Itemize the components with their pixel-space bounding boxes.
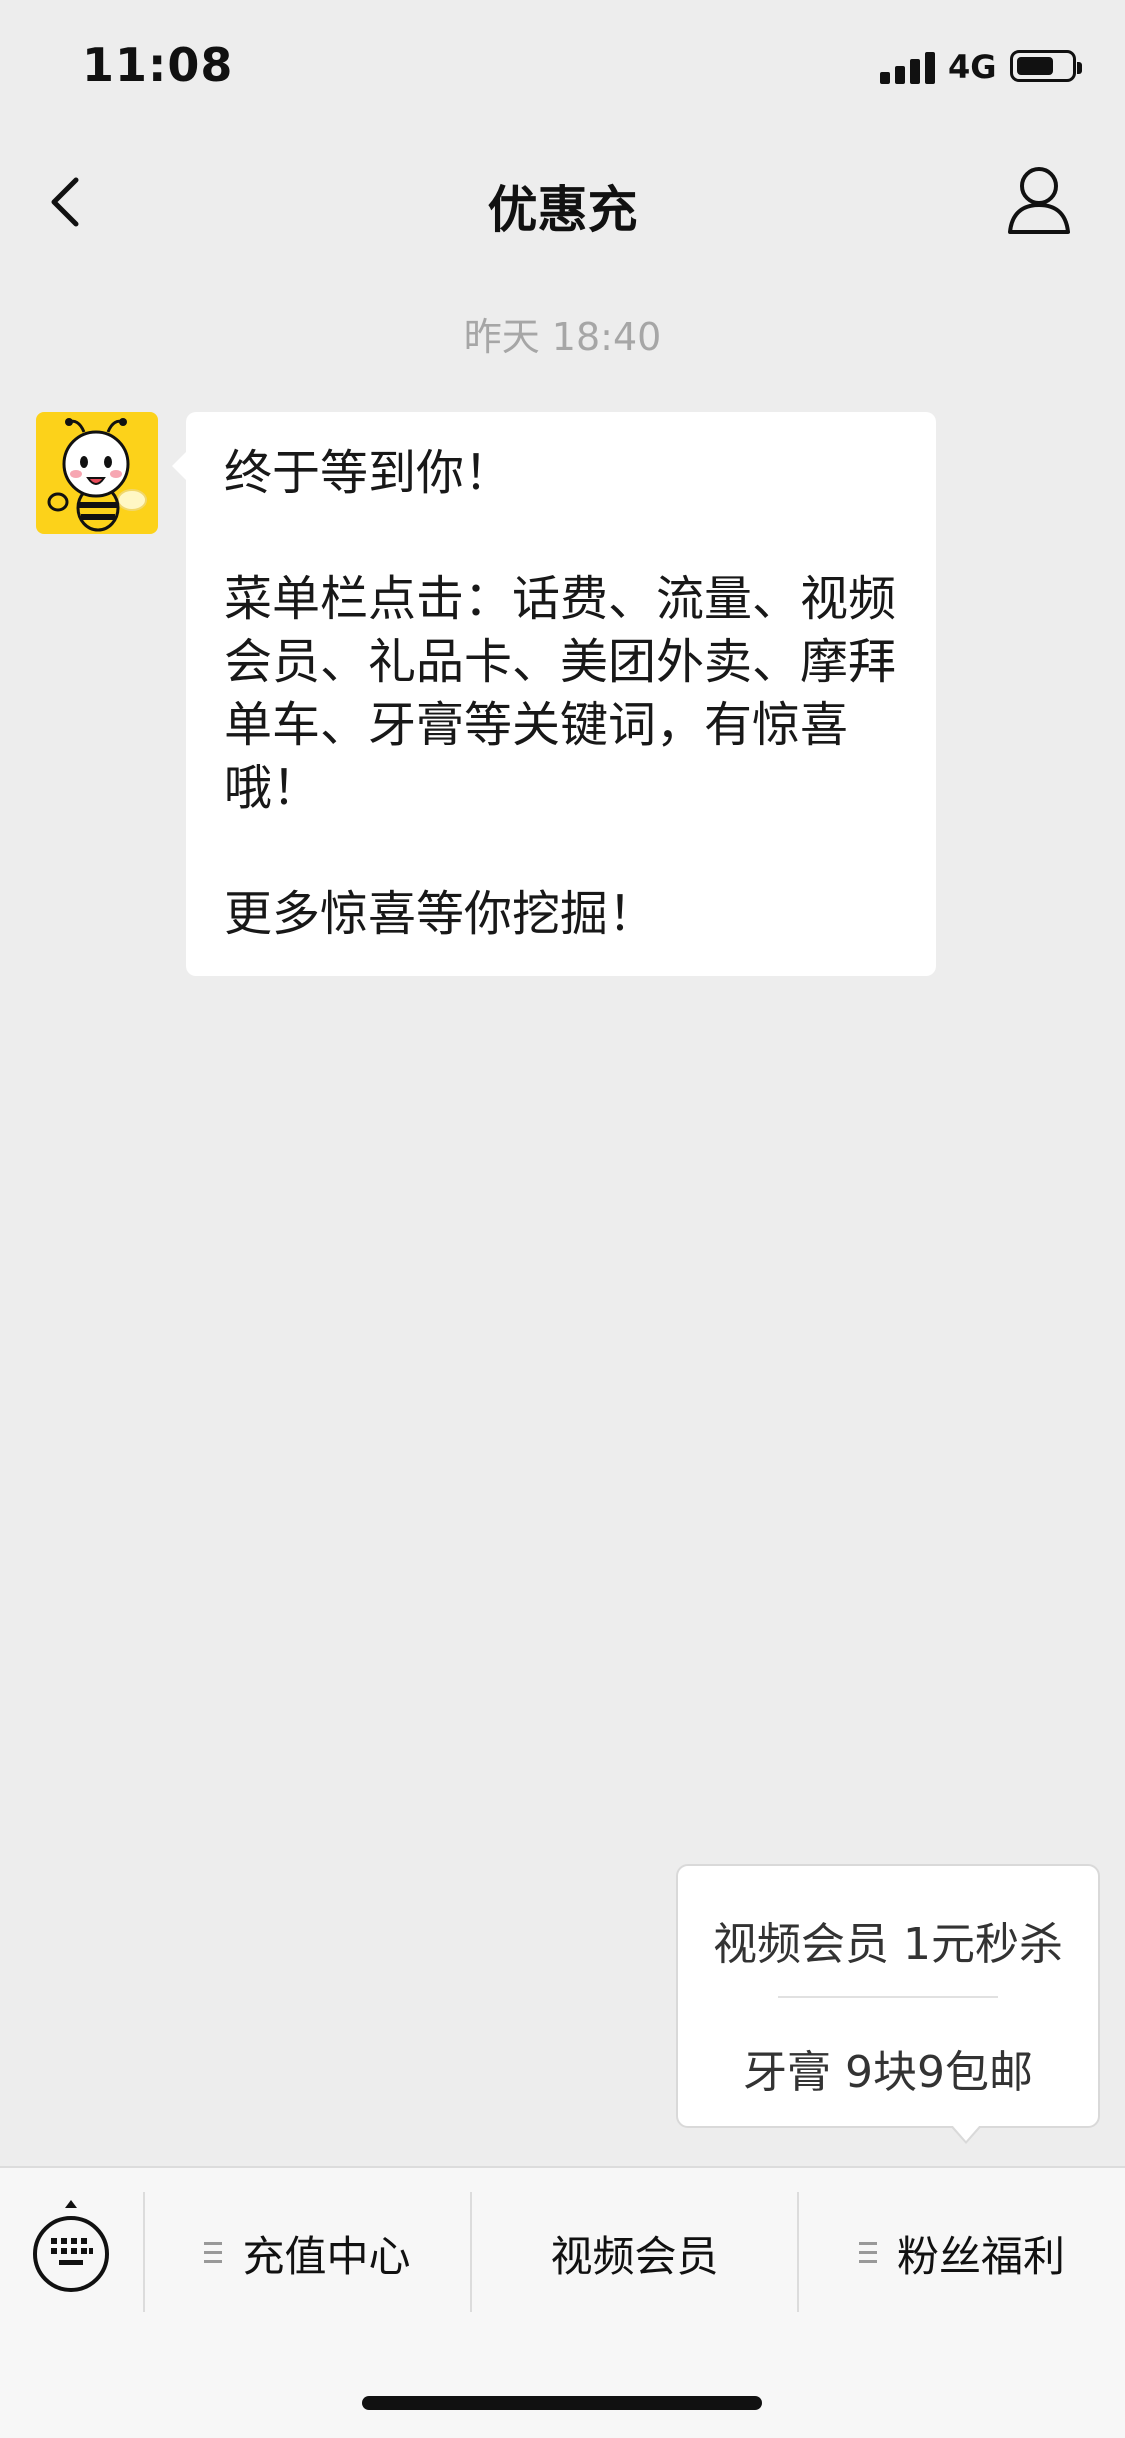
bee-mascot-icon	[47, 418, 147, 532]
keyboard-icon	[33, 2200, 109, 2292]
profile-button[interactable]	[1004, 162, 1074, 238]
page-title: 优惠充	[487, 181, 638, 239]
message-bubble: 终于等到你！ 菜单栏点击：话费、流量、视频会员、礼品卡、美团外卖、摩拜单车、牙膏…	[172, 412, 936, 976]
message-timestamp: 昨天 18:40	[463, 315, 662, 359]
submenu-popup: 视频会员 1元秒杀 牙膏 9块9包邮	[676, 1864, 1100, 2144]
submenu-indicator-icon	[858, 2242, 877, 2264]
menu-item-label: 视频会员	[550, 2231, 719, 2281]
status-bar: 11:08 4G	[0, 0, 1125, 130]
submenu-divider	[778, 1996, 998, 1998]
status-time: 11:08	[82, 38, 234, 92]
signal-icon	[880, 52, 936, 84]
submenu-item-video-member-flash-sale[interactable]: 视频会员 1元秒杀	[678, 1908, 1098, 1972]
menu-item-label: 粉丝福利	[896, 2231, 1065, 2281]
submenu-item-toothpaste-deal[interactable]: 牙膏 9块9包邮	[678, 2036, 1098, 2100]
nav-bar: 优惠充	[0, 130, 1125, 270]
home-indicator[interactable]	[362, 2396, 762, 2410]
menu-item-video-member[interactable]: 视频会员	[472, 2168, 797, 2338]
keyboard-toggle-button[interactable]	[30, 2198, 112, 2298]
battery-icon	[1010, 50, 1082, 82]
avatar[interactable]	[36, 412, 158, 534]
menu-item-label: 充值中心	[242, 2231, 411, 2281]
person-icon	[1008, 167, 1070, 234]
menu-item-recharge-center[interactable]: 充值中心	[145, 2168, 470, 2338]
network-type: 4G	[948, 48, 997, 86]
menu-item-fan-benefits[interactable]: 粉丝福利	[799, 2168, 1125, 2338]
submenu-indicator-icon	[204, 2242, 223, 2264]
